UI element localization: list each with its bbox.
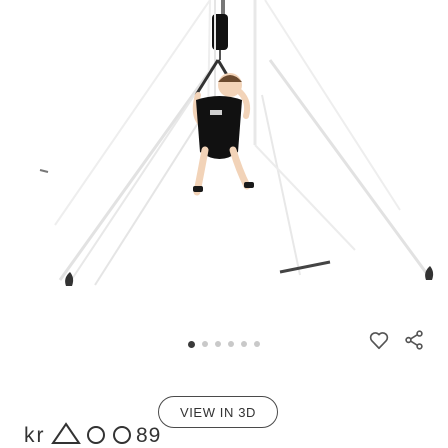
baby-jumper-illustration — [39, 0, 434, 286]
carousel-dot-3[interactable] — [215, 341, 221, 347]
jumper-clamp — [221, 0, 225, 16]
brand-logo: kr 89 — [24, 422, 161, 447]
share-icon — [405, 330, 423, 350]
carousel-dot-6[interactable] — [254, 341, 260, 347]
product-image[interactable] — [0, 0, 448, 330]
carousel-dot-2[interactable] — [202, 341, 208, 347]
heart-outline-icon — [369, 332, 389, 350]
favorite-button[interactable] — [367, 327, 391, 353]
share-button[interactable] — [402, 327, 426, 353]
carousel-dot-4[interactable] — [228, 341, 234, 347]
svg-text:89: 89 — [136, 424, 161, 447]
carousel-dot-5[interactable] — [241, 341, 247, 347]
view-in-3d-label: VIEW IN 3D — [179, 404, 257, 420]
svg-text:kr: kr — [24, 424, 46, 447]
carousel-dot-1[interactable] — [188, 340, 195, 348]
